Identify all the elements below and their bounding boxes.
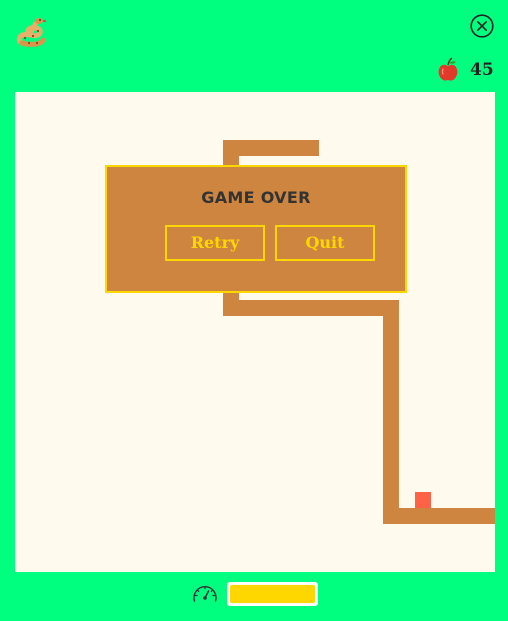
retry-button[interactable]: Retry [165, 225, 265, 261]
score-display: 45 [437, 57, 501, 83]
close-button[interactable] [470, 14, 494, 38]
score-value: 45 [470, 60, 494, 80]
speedometer-icon [191, 582, 219, 606]
food-item [415, 492, 431, 508]
snake-segment [383, 508, 495, 524]
speed-slider-fill [230, 585, 315, 603]
game-over-dialog: GAME OVER Retry Quit [105, 165, 407, 293]
game-over-title: GAME OVER [201, 188, 311, 207]
speed-slider[interactable] [227, 582, 318, 606]
close-icon [470, 14, 494, 38]
apple-icon [437, 57, 459, 83]
snake-segment [383, 300, 399, 524]
snake-segment [223, 300, 399, 316]
game-board: GAME OVER Retry Quit [15, 92, 495, 572]
snake-logo-icon [14, 13, 50, 49]
quit-button[interactable]: Quit [275, 225, 375, 261]
